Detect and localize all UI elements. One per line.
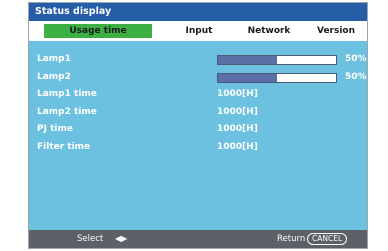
tab-network[interactable]: Network bbox=[239, 24, 299, 38]
lamp1-time-row: Lamp1 time 1000[H] bbox=[29, 86, 367, 104]
lamp2-time-label: Lamp2 time bbox=[37, 106, 97, 117]
pj-time-label: PJ time bbox=[37, 124, 73, 135]
lamp1-label: Lamp1 bbox=[37, 54, 71, 64]
return-hint-label: Return bbox=[277, 234, 306, 244]
lamp2-time-value: 1000[H] bbox=[217, 106, 258, 117]
cancel-button[interactable]: CANCEL bbox=[307, 233, 348, 245]
lamp1-progress-fill bbox=[218, 56, 277, 64]
footer-hint-bar: Select ◀▶ Return CANCEL bbox=[29, 230, 367, 248]
select-hint-label: Select bbox=[77, 234, 104, 244]
lamp1-row: Lamp1 50% bbox=[29, 51, 367, 69]
filter-time-row: Filter time 1000[H] bbox=[29, 139, 367, 157]
window-title: Status display bbox=[29, 3, 367, 21]
status-display-window: Status display Usage time Input Network … bbox=[28, 2, 368, 249]
lamp1-time-value: 1000[H] bbox=[217, 89, 258, 100]
pj-time-row: PJ time 1000[H] bbox=[29, 121, 367, 139]
tab-usage-time[interactable]: Usage time bbox=[44, 24, 152, 38]
pj-time-value: 1000[H] bbox=[217, 124, 258, 135]
tab-version[interactable]: Version bbox=[311, 24, 361, 38]
lamp2-label: Lamp2 bbox=[37, 71, 71, 82]
lamp2-row: Lamp2 50% bbox=[29, 69, 367, 87]
tab-input[interactable]: Input bbox=[179, 24, 219, 38]
lamp1-time-label: Lamp1 time bbox=[37, 89, 97, 100]
lamp2-progress-bar bbox=[217, 72, 337, 83]
lamp2-progress-fill bbox=[218, 73, 277, 82]
filter-time-label: Filter time bbox=[37, 141, 91, 152]
tab-bar: Usage time Input Network Version bbox=[29, 21, 367, 41]
lamp2-percent: 50% bbox=[345, 71, 367, 82]
lamp1-percent: 50% bbox=[345, 54, 367, 64]
lamp2-time-row: Lamp2 time 1000[H] bbox=[29, 104, 367, 122]
filter-time-value: 1000[H] bbox=[217, 141, 258, 152]
status-rows: Lamp1 50% Lamp2 50% Lamp1 time 1000[H] L… bbox=[29, 51, 367, 157]
lamp1-progress-bar bbox=[217, 55, 337, 65]
left-right-arrows-icon: ◀▶ bbox=[115, 234, 128, 243]
